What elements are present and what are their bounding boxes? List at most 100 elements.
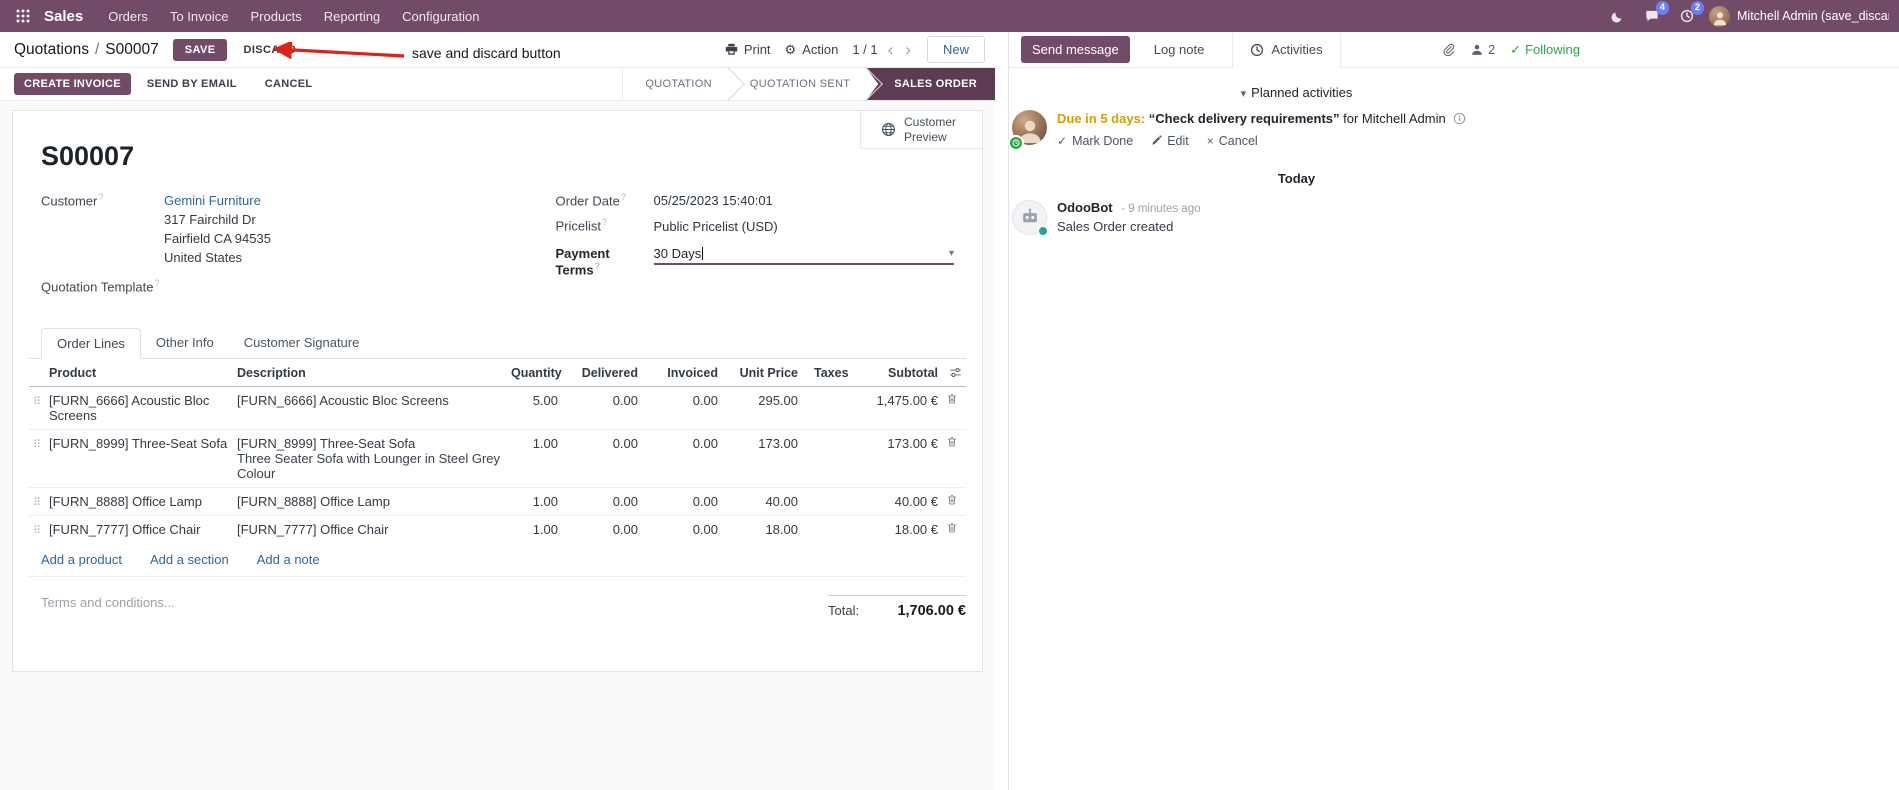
mark-done-button[interactable]: ✓ Mark Done xyxy=(1057,134,1133,148)
create-invoice-button[interactable]: CREATE INVOICE xyxy=(14,73,131,95)
cell-product[interactable]: [FURN_7777] Office Chair xyxy=(45,514,233,543)
order-date-value[interactable]: 05/25/2023 15:40:01 xyxy=(654,193,773,208)
menu-reporting[interactable]: Reporting xyxy=(313,9,391,24)
add-section-link[interactable]: Add a section xyxy=(150,552,229,567)
apps-grid-icon[interactable] xyxy=(10,9,36,23)
add-product-link[interactable]: Add a product xyxy=(41,552,122,567)
drag-handle-icon[interactable]: ⠿ xyxy=(33,497,41,509)
cell-invoiced[interactable]: 0.00 xyxy=(642,386,722,429)
save-button[interactable]: SAVE xyxy=(172,38,228,61)
print-button[interactable]: Print xyxy=(725,42,771,57)
drag-handle-icon[interactable]: ⠿ xyxy=(33,396,41,408)
menu-to-invoice[interactable]: To Invoice xyxy=(159,9,240,24)
tab-other-info[interactable]: Other Info xyxy=(141,328,229,359)
log-note-button[interactable]: Log note xyxy=(1146,36,1213,63)
product-column-header[interactable]: Product xyxy=(45,358,233,387)
cell-description[interactable]: [FURN_8888] Office Lamp xyxy=(233,486,507,516)
send-by-email-button[interactable]: SEND BY EMAIL xyxy=(135,73,249,95)
table-row[interactable]: ⠿ [FURN_8999] Three-Seat Sofa [FURN_8999… xyxy=(29,428,966,488)
cell-product[interactable]: [FURN_8888] Office Lamp xyxy=(45,486,233,516)
cell-unit-price[interactable]: 18.00 xyxy=(722,514,802,543)
cell-description[interactable]: [FURN_8999] Three-Seat Sofa Three Seater… xyxy=(233,428,507,488)
invoiced-column-header[interactable]: Invoiced xyxy=(642,358,722,387)
quantity-column-header[interactable]: Quantity xyxy=(507,358,562,387)
followers-button[interactable]: 2 xyxy=(1470,42,1495,57)
cell-description[interactable]: [FURN_6666] Acoustic Bloc Screens xyxy=(233,386,507,429)
send-message-button[interactable]: Send message xyxy=(1021,36,1130,63)
customer-link[interactable]: Gemini Furniture xyxy=(164,193,261,208)
app-title[interactable]: Sales xyxy=(44,8,83,25)
menu-orders[interactable]: Orders xyxy=(97,9,159,24)
customer-preview-button[interactable]: Customer Preview xyxy=(860,111,982,149)
table-row[interactable]: ⠿ [FURN_6666] Acoustic Bloc Screens [FUR… xyxy=(29,386,966,429)
user-menu[interactable]: Mitchell Admin (save_discar xyxy=(1709,5,1889,27)
cell-quantity[interactable]: 1.00 xyxy=(507,428,562,488)
cell-unit-price[interactable]: 295.00 xyxy=(722,386,802,429)
pager-previous-icon[interactable]: ‹ xyxy=(886,41,896,58)
cell-taxes[interactable] xyxy=(802,514,864,543)
delete-row-icon[interactable] xyxy=(946,522,958,534)
table-row[interactable]: ⠿ [FURN_7777] Office Chair [FURN_7777] O… xyxy=(29,514,966,543)
cell-delivered[interactable]: 0.00 xyxy=(562,428,642,488)
action-button[interactable]: ⚙ Action xyxy=(785,42,839,58)
info-icon[interactable] xyxy=(1453,112,1466,125)
pager-next-icon[interactable]: › xyxy=(903,41,913,58)
pricelist-value[interactable]: Public Pricelist (USD) xyxy=(654,219,778,234)
delete-row-icon[interactable] xyxy=(946,393,958,405)
taxes-column-header[interactable]: Taxes xyxy=(802,358,864,387)
delete-row-icon[interactable] xyxy=(946,494,958,506)
cell-unit-price[interactable]: 173.00 xyxy=(722,428,802,488)
tab-order-lines[interactable]: Order Lines xyxy=(41,327,141,359)
cell-quantity[interactable]: 5.00 xyxy=(507,386,562,429)
planned-activities-header[interactable]: ▾ Planned activities xyxy=(1009,76,1584,107)
cancel-button[interactable]: CANCEL xyxy=(253,73,325,95)
discard-button[interactable]: DISCARD xyxy=(233,39,306,61)
messages-icon[interactable]: 4 xyxy=(1639,1,1669,26)
drag-handle-icon[interactable]: ⠿ xyxy=(33,525,41,537)
cell-delivered[interactable]: 0.00 xyxy=(562,386,642,429)
dropdown-caret-icon[interactable]: ▾ xyxy=(949,248,954,259)
cell-taxes[interactable] xyxy=(802,428,864,488)
description-column-header[interactable]: Description xyxy=(233,358,507,387)
stage-quotation-sent[interactable]: QUOTATION SENT xyxy=(727,68,867,100)
paperclip-icon[interactable] xyxy=(1442,43,1455,56)
new-button[interactable]: New xyxy=(926,36,985,63)
cell-description[interactable]: [FURN_7777] Office Chair xyxy=(233,514,507,543)
activities-tab[interactable]: Activities xyxy=(1232,31,1341,68)
subtotal-column-header[interactable]: Subtotal xyxy=(864,358,942,387)
menu-configuration[interactable]: Configuration xyxy=(391,9,490,24)
activities-clock-icon[interactable]: 2 xyxy=(1674,1,1704,26)
delivered-column-header[interactable]: Delivered xyxy=(562,358,642,387)
terms-and-conditions-field[interactable]: Terms and conditions... xyxy=(29,595,175,610)
tab-customer-signature[interactable]: Customer Signature xyxy=(229,328,375,359)
cancel-activity-button[interactable]: × Cancel xyxy=(1207,134,1258,148)
add-note-link[interactable]: Add a note xyxy=(257,552,320,567)
optional-columns-icon[interactable] xyxy=(949,366,962,379)
cell-unit-price[interactable]: 40.00 xyxy=(722,486,802,516)
message-author[interactable]: OdooBot xyxy=(1057,200,1113,215)
cell-invoiced[interactable]: 0.00 xyxy=(642,514,722,543)
breadcrumb-quotations[interactable]: Quotations xyxy=(14,41,89,59)
cell-taxes[interactable] xyxy=(802,486,864,516)
cell-quantity[interactable]: 1.00 xyxy=(507,486,562,516)
cell-delivered[interactable]: 0.00 xyxy=(562,486,642,516)
menu-products[interactable]: Products xyxy=(239,9,312,24)
table-row[interactable]: ⠿ [FURN_8888] Office Lamp [FURN_8888] Of… xyxy=(29,486,966,516)
cell-invoiced[interactable]: 0.00 xyxy=(642,428,722,488)
dark-mode-moon-icon[interactable] xyxy=(1605,7,1630,26)
unit-price-column-header[interactable]: Unit Price xyxy=(722,358,802,387)
cell-invoiced[interactable]: 0.00 xyxy=(642,486,722,516)
payment-terms-input[interactable]: 30 Days ▾ xyxy=(653,246,954,265)
cell-product[interactable]: [FURN_6666] Acoustic Bloc Screens xyxy=(45,386,233,429)
record-title[interactable]: S00007 xyxy=(41,141,982,172)
following-button[interactable]: ✓ Following xyxy=(1510,42,1580,58)
cell-taxes[interactable] xyxy=(802,386,864,429)
delete-row-icon[interactable] xyxy=(946,436,958,448)
drag-handle-icon[interactable]: ⠿ xyxy=(33,439,41,451)
cell-product[interactable]: [FURN_8999] Three-Seat Sofa xyxy=(45,428,233,488)
edit-activity-button[interactable]: Edit xyxy=(1151,134,1189,148)
stage-sales-order[interactable]: SALES ORDER xyxy=(866,68,995,100)
stage-quotation[interactable]: QUOTATION xyxy=(623,68,728,100)
cell-quantity[interactable]: 1.00 xyxy=(507,514,562,543)
cell-delivered[interactable]: 0.00 xyxy=(562,514,642,543)
